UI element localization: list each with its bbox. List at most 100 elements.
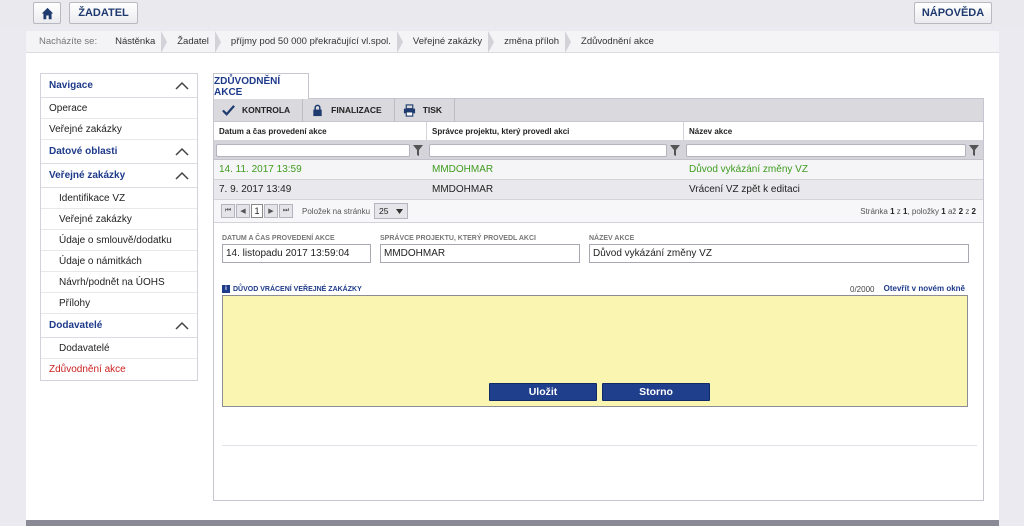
per-page-select[interactable]: 25: [374, 203, 409, 219]
save-button[interactable]: Uložit: [489, 383, 597, 401]
breadcrumb-item-nastenka[interactable]: Nástěnka: [105, 30, 168, 53]
reason-label: i DŮVOD VRÁCENÍ VEŘEJNÉ ZAKÁZKY: [222, 285, 362, 293]
breadcrumb: Nacházíte se: Nástěnka Žadatel příjmy po…: [26, 30, 999, 53]
filter-icon[interactable]: [670, 144, 680, 156]
pager-info-from: 1: [941, 207, 946, 216]
lock-icon: [313, 104, 322, 116]
sidebar-item-verejne-zakazky-sub[interactable]: Veřejné zakázky: [41, 209, 197, 230]
napoveda-button[interactable]: NÁPOVĚDA: [914, 2, 992, 24]
footer-bar: [26, 520, 999, 526]
sidebar-item-dodavatele[interactable]: Dodavatelé: [41, 338, 197, 359]
filter-input-datum[interactable]: [216, 143, 410, 157]
filter-input-nazev[interactable]: [686, 143, 966, 157]
column-header-spravce[interactable]: Správce projektu, který provedl akci: [427, 122, 684, 140]
chevron-up-icon: [175, 81, 189, 90]
finalizace-label: FINALIZACE: [331, 105, 382, 115]
toolbar: KONTROLA FINALIZACE TISK: [213, 98, 984, 122]
table-row[interactable]: 14. 11. 2017 13:59 MMDOHMAR Důvod vykázá…: [214, 160, 983, 180]
tab-zduvodneni-akce[interactable]: ZDŮVODNĚNÍ AKCE: [213, 73, 309, 99]
sidebar-section-dodavatele[interactable]: Dodavatelé: [41, 314, 197, 338]
grid-filter-row: [214, 141, 983, 160]
tisk-button[interactable]: TISK: [395, 98, 456, 122]
sidebar-item-udaje-o-smlouve[interactable]: Údaje o smlouvě/dodatku: [41, 230, 197, 251]
breadcrumb-item-project[interactable]: příjmy pod 50 000 překračující vl.spol.: [221, 30, 403, 53]
checkmark-icon: [222, 104, 235, 116]
pager-info: Stránka 1 z 1, položky 1 až 2 z 2: [860, 200, 976, 223]
datum-field[interactable]: 14. listopadu 2017 13:59:04: [222, 244, 371, 263]
grid-header: Datum a čas provedení akce Správce proje…: [214, 122, 983, 141]
sidebar-item-zduvodneni-akce[interactable]: Zdůvodnění akce: [41, 359, 197, 380]
per-page-value: 25: [379, 206, 389, 216]
pager-info-prefix: Stránka: [860, 207, 888, 216]
storno-button[interactable]: Storno: [602, 383, 710, 401]
filter-cell-spravce: [427, 143, 684, 157]
sidebar-section-label: Veřejné zakázky: [49, 170, 126, 181]
tisk-label: TISK: [422, 105, 443, 115]
top-bar: ŽADATEL NÁPOVĚDA: [0, 0, 1024, 26]
breadcrumb-item-current: Zdůvodnění akce: [581, 35, 654, 47]
sidebar-section-label: Dodavatelé: [49, 320, 103, 331]
filter-icon[interactable]: [413, 144, 423, 156]
finalizace-button[interactable]: FINALIZACE: [303, 98, 395, 122]
breadcrumb-item-zmena-priloh[interactable]: změna příloh: [494, 30, 571, 53]
pager: ⏮ ◀ 1 ▶ ⏭ Položek na stránku 25 Stránka …: [214, 200, 983, 223]
breadcrumb-item-verejne-zakazky[interactable]: Veřejné zakázky: [403, 30, 495, 53]
nazev-field[interactable]: Důvod vykázání změny VZ: [589, 244, 969, 263]
column-header-nazev[interactable]: Název akce: [684, 122, 983, 140]
breadcrumb-label: Nacházíte se:: [39, 36, 98, 47]
cell-datum: 7. 9. 2017 13:49: [219, 184, 292, 195]
divider: [222, 445, 977, 446]
cell-nazev: Vrácení VZ zpět k editaci: [689, 184, 800, 195]
zadatel-button[interactable]: ŽADATEL: [69, 2, 138, 24]
sidebar-item-udaje-o-namitkach[interactable]: Údaje o námitkách: [41, 251, 197, 272]
chevron-up-icon: [175, 171, 189, 180]
home-button[interactable]: [33, 2, 61, 24]
pager-info-total: 2: [971, 207, 976, 216]
chevron-up-icon: [175, 321, 189, 330]
cell-nazev: Důvod vykázání změny VZ: [689, 164, 808, 175]
printer-icon: [403, 103, 415, 117]
table-row[interactable]: 7. 9. 2017 13:49 MMDOHMAR Vrácení VZ zpě…: [214, 180, 983, 200]
last-page-button[interactable]: ⏭: [279, 204, 293, 218]
kontrola-label: KONTROLA: [242, 105, 291, 115]
sidebar-item-identifikace-vz[interactable]: Identifikace VZ: [41, 188, 197, 209]
pager-info-to-label: až: [947, 207, 957, 216]
sidebar-item-prilohy[interactable]: Přílohy: [41, 293, 197, 314]
spravce-field[interactable]: MMDOHMAR: [380, 244, 580, 263]
column-header-datum[interactable]: Datum a čas provedení akce: [214, 122, 427, 140]
filter-icon[interactable]: [969, 144, 979, 156]
chevron-down-icon: [396, 208, 404, 214]
per-page-label: Položek na stránku: [302, 206, 371, 216]
spravce-label: SPRÁVCE PROJEKTU, KTERÝ PROVEDL AKCI: [380, 235, 536, 242]
kontrola-button[interactable]: KONTROLA: [214, 98, 304, 122]
sidebar: Navigace Operace Veřejné zakázky Datové …: [40, 73, 198, 381]
open-new-window-link[interactable]: Otevřít v novém okně: [884, 284, 965, 293]
content-area: ZDŮVODNĚNÍ AKCE KONTROLA FINALIZACE TISK…: [213, 73, 984, 501]
first-page-button[interactable]: ⏮: [221, 204, 235, 218]
sidebar-item-navrh-podnet[interactable]: Návrh/podnět na ÚOHS: [41, 272, 197, 293]
prev-page-button[interactable]: ◀: [236, 204, 250, 218]
sidebar-section-label: Navigace: [49, 80, 93, 91]
next-page-button[interactable]: ▶: [264, 204, 278, 218]
filter-cell-nazev: [684, 143, 983, 157]
sidebar-section-navigace[interactable]: Navigace: [41, 74, 197, 98]
sidebar-section-datove-oblasti[interactable]: Datové oblasti: [41, 140, 197, 164]
cell-datum: 14. 11. 2017 13:59: [219, 164, 302, 175]
cell-spravce: MMDOHMAR: [432, 184, 494, 195]
nazev-label: NÁZEV AKCE: [589, 235, 635, 242]
filter-input-spravce[interactable]: [429, 143, 667, 157]
sidebar-item-verejne-zakazky[interactable]: Veřejné zakázky: [41, 119, 197, 140]
filter-cell-datum: [214, 143, 427, 157]
detail-panel: Datum a čas provedení akce Správce proje…: [213, 122, 984, 501]
cell-spravce: MMDOHMAR: [432, 164, 494, 175]
sidebar-section-verejne-zakazky[interactable]: Veřejné zakázky: [41, 164, 197, 188]
breadcrumb-item-zadatel[interactable]: Žadatel: [167, 30, 221, 53]
pager-info-items: , položky: [907, 207, 940, 216]
sidebar-section-label: Datové oblasti: [49, 146, 118, 157]
sidebar-item-operace[interactable]: Operace: [41, 98, 197, 119]
pager-info-of: z: [896, 207, 901, 216]
page-number-input[interactable]: 1: [251, 204, 263, 218]
pager-info-page: 1: [890, 207, 895, 216]
reason-label-text: DŮVOD VRÁCENÍ VEŘEJNÉ ZAKÁZKY: [233, 285, 362, 293]
chevron-up-icon: [175, 147, 189, 156]
